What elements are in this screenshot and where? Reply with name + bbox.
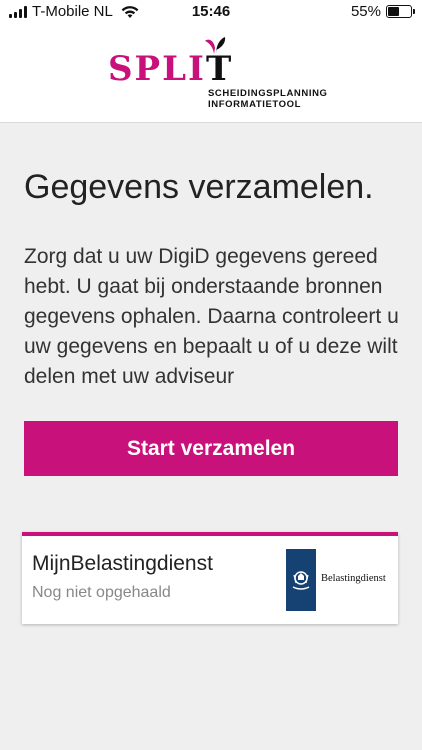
intro-text: Zorg dat u uw DigiD gegevens gereed hebt… [24, 245, 399, 388]
logo-wordmark-main: SPLI [108, 49, 206, 89]
split-logo: SPLIT SCHEIDINGSPLANNING INFORMATIETOOL [108, 36, 327, 116]
logo-tagline-line2: INFORMATIETOOL [208, 99, 302, 110]
logo-tagline: SCHEIDINGSPLANNING INFORMATIETOOL [208, 88, 328, 110]
battery-fill [388, 7, 399, 16]
battery-icon [386, 5, 415, 18]
source-card-mijnbelastingdienst[interactable]: MijnBelastingdienst Nog niet opgehaald B… [22, 532, 398, 624]
battery-percentage: 55% [350, 3, 381, 20]
belastingdienst-logo-label: Belastingdienst [321, 573, 386, 584]
logo-wordmark-text: SPLIT [108, 49, 233, 89]
belastingdienst-logo: Belastingdienst [286, 549, 394, 611]
status-bar: T-Mobile NL 15:46 55% [0, 0, 422, 24]
status-bar-right: 55% [350, 3, 415, 20]
source-status: Nog niet opgehaald [32, 584, 171, 601]
battery-cap [413, 9, 415, 14]
logo-tagline-line1: SCHEIDINGSPLANNING [208, 88, 328, 99]
start-collecting-button[interactable]: Start verzamelen [24, 421, 398, 476]
page-title: Gegevens verzamelen. [24, 168, 374, 206]
logo-wordmark-last-letter: T [205, 49, 234, 89]
logo-wordmark: SPLIT [108, 52, 233, 86]
rijksoverheid-emblem-icon [286, 549, 316, 611]
app-header: SPLIT SCHEIDINGSPLANNING INFORMATIETOOL [0, 24, 422, 123]
source-name: MijnBelastingdienst [32, 552, 213, 575]
